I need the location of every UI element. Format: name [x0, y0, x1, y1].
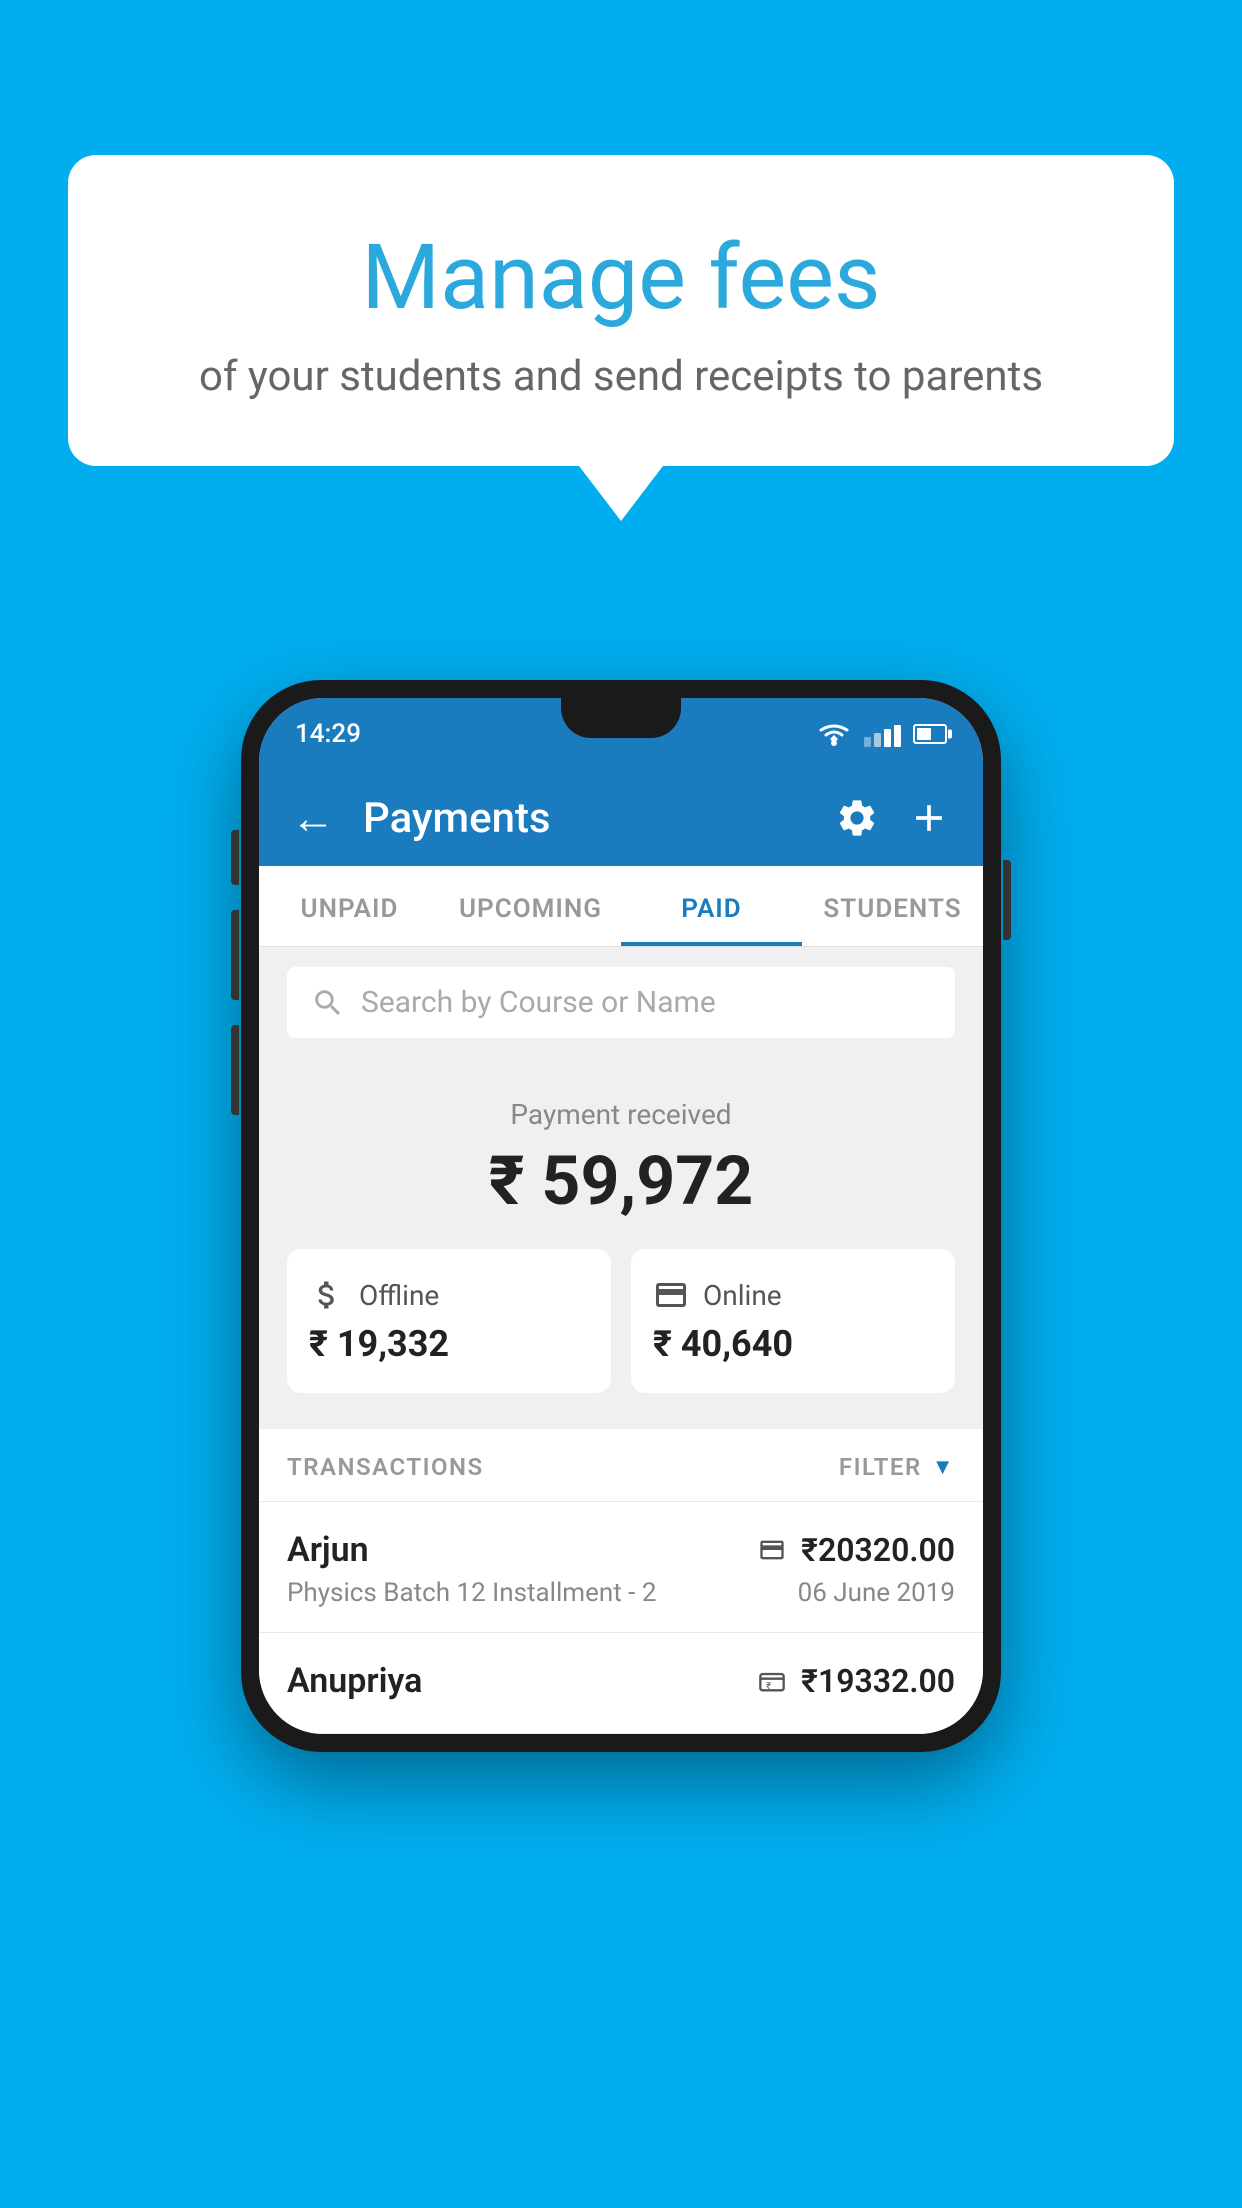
back-button[interactable]: ←	[291, 792, 335, 844]
tabs-bar: UNPAID UPCOMING PAID STUDENTS	[259, 866, 983, 947]
offline-card-header: Offline	[309, 1277, 439, 1313]
online-card-header: Online	[653, 1277, 782, 1313]
transaction-row[interactable]: Arjun ₹20320.00 Physics Batch 12 Install…	[259, 1502, 983, 1633]
svg-text:₹: ₹	[766, 1681, 771, 1692]
speech-bubble: Manage fees of your students and send re…	[68, 155, 1174, 466]
transaction-date: 06 June 2019	[798, 1578, 955, 1608]
signal-bars-icon	[864, 721, 901, 747]
transaction-amount: ₹19332.00	[801, 1662, 955, 1700]
app-header: ← Payments	[259, 770, 983, 866]
wifi-icon	[816, 721, 852, 747]
phone-side-btn-vol-down	[231, 1025, 239, 1115]
search-box[interactable]: Search by Course or Name	[287, 967, 955, 1038]
battery-icon	[913, 724, 947, 744]
transaction-row-top: Anupriya ₹ ₹19332.00	[287, 1661, 955, 1701]
online-amount: ₹ 40,640	[653, 1323, 793, 1365]
transaction-row-top: Arjun ₹20320.00	[287, 1530, 955, 1570]
tab-students[interactable]: STUDENTS	[802, 866, 983, 946]
status-icons	[816, 721, 947, 747]
transaction-course: Physics Batch 12 Installment - 2	[287, 1578, 656, 1608]
payment-cards: Offline ₹ 19,332 Online ₹ 40,640	[287, 1249, 955, 1393]
speech-bubble-title: Manage fees	[128, 225, 1114, 330]
header-icons	[835, 796, 951, 840]
phone-outer: 14:29	[241, 680, 1001, 1752]
speech-bubble-container: Manage fees of your students and send re…	[68, 155, 1174, 521]
offline-payment-icon	[309, 1277, 345, 1313]
transactions-label: TRANSACTIONS	[287, 1453, 484, 1481]
speech-bubble-subtitle: of your students and send receipts to pa…	[128, 352, 1114, 401]
transaction-row[interactable]: Anupriya ₹ ₹19332.00	[259, 1633, 983, 1734]
offline-payment-card: Offline ₹ 19,332	[287, 1249, 611, 1393]
payment-summary: Payment received ₹ 59,972 Offline ₹ 19,3…	[259, 1058, 983, 1429]
online-label: Online	[703, 1279, 782, 1312]
speech-bubble-pointer	[579, 466, 663, 521]
payment-received-label: Payment received	[287, 1098, 955, 1131]
notch-cutout	[561, 698, 681, 738]
transaction-amount-wrap: ₹20320.00	[755, 1531, 955, 1569]
transaction-name: Arjun	[287, 1530, 369, 1570]
filter-button[interactable]: FILTER ▼	[839, 1453, 955, 1481]
phone-side-btn-vol-up	[231, 910, 239, 1000]
offline-amount: ₹ 19,332	[309, 1323, 449, 1365]
phone-screen: 14:29	[259, 698, 983, 1734]
phone-side-btn-silent	[231, 830, 239, 885]
search-icon	[311, 986, 345, 1020]
tab-upcoming[interactable]: UPCOMING	[440, 866, 621, 946]
online-payment-card: Online ₹ 40,640	[631, 1249, 955, 1393]
transaction-amount-wrap: ₹ ₹19332.00	[755, 1662, 955, 1700]
online-payment-icon	[653, 1277, 689, 1313]
status-time: 14:29	[295, 719, 361, 749]
tab-paid[interactable]: PAID	[621, 866, 802, 946]
transactions-header: TRANSACTIONS FILTER ▼	[259, 1429, 983, 1502]
status-bar: 14:29	[259, 698, 983, 770]
add-icon[interactable]	[907, 796, 951, 840]
filter-text: FILTER	[839, 1453, 922, 1481]
transaction-amount: ₹20320.00	[801, 1531, 955, 1569]
tab-unpaid[interactable]: UNPAID	[259, 866, 440, 946]
payment-total-amount: ₹ 59,972	[287, 1141, 955, 1221]
card-payment-icon	[755, 1536, 789, 1564]
transaction-name: Anupriya	[287, 1661, 422, 1701]
phone-side-btn-power	[1003, 860, 1011, 940]
cash-payment-icon: ₹	[755, 1667, 789, 1695]
settings-icon[interactable]	[835, 796, 879, 840]
search-placeholder-text: Search by Course or Name	[361, 985, 716, 1020]
transaction-row-bottom: Physics Batch 12 Installment - 2 06 June…	[287, 1578, 955, 1608]
filter-icon: ▼	[932, 1454, 955, 1480]
search-container: Search by Course or Name	[259, 947, 983, 1058]
phone-wrapper: 14:29	[241, 680, 1001, 1752]
offline-label: Offline	[359, 1279, 439, 1312]
app-title: Payments	[363, 794, 835, 843]
